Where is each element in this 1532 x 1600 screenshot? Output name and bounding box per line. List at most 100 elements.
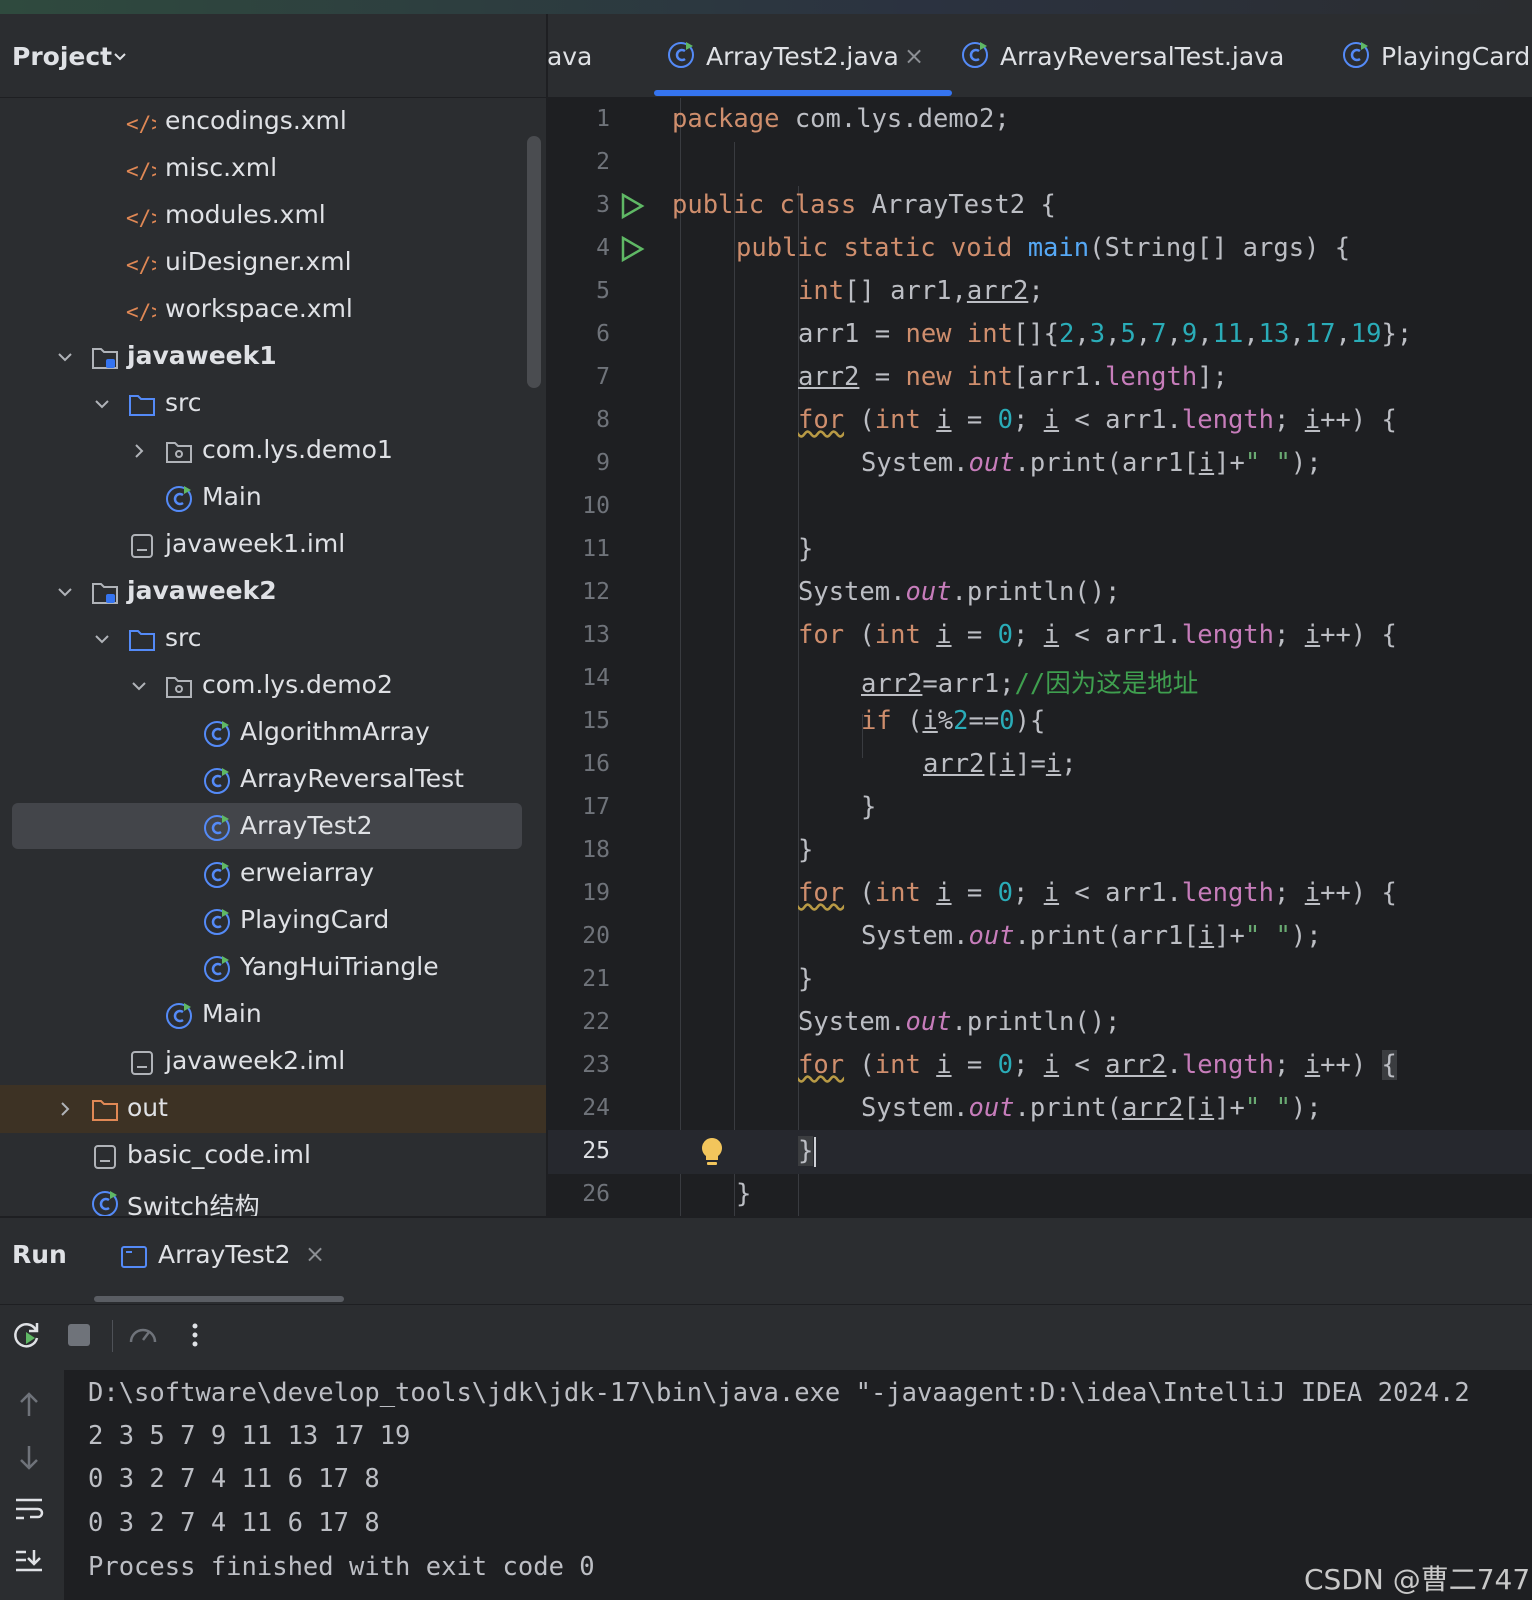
tree-item[interactable]: com.lys.demo2: [0, 662, 546, 710]
code-line[interactable]: 21 }: [548, 958, 1532, 1002]
code-line[interactable]: 11 }: [548, 528, 1532, 572]
project-panel-title[interactable]: Project: [12, 42, 112, 71]
code-line[interactable]: 3 public class ArrayTest2 {: [548, 184, 1532, 228]
code-line-current[interactable]: 25 }: [548, 1130, 1532, 1174]
code-line[interactable]: 23 for (int i = 0; i < arr2.length; i++)…: [548, 1044, 1532, 1088]
java-class-icon: [204, 768, 230, 794]
code-line[interactable]: 14 arr2=arr1;//因为这是地址: [548, 657, 1532, 701]
code-line[interactable]: 16 arr2[i]=i;: [548, 743, 1532, 787]
code-line[interactable]: 10: [548, 485, 1532, 529]
code-line[interactable]: 2: [548, 141, 1532, 185]
line-number: 17: [582, 794, 610, 820]
code-text: System.out.print(arr1[i]+" ");: [861, 921, 1322, 951]
tree-item[interactable]: YangHuiTriangle: [0, 944, 546, 992]
tree-item[interactable]: src: [0, 380, 546, 428]
tree-item[interactable]: basic_code.iml: [0, 1132, 546, 1180]
tree-item-label: workspace.xml: [165, 294, 353, 323]
code-line[interactable]: 6 arr1 = new int[]{2,3,5,7,9,11,13,17,19…: [548, 313, 1532, 357]
line-number: 14: [582, 665, 610, 691]
tree-item[interactable]: PlayingCard: [0, 897, 546, 945]
code-line[interactable]: 24 System.out.print(arr2[i]+" ");: [548, 1087, 1532, 1131]
project-panel-header[interactable]: Project: [0, 14, 546, 98]
toolbar-separator: [112, 1320, 113, 1352]
code-area[interactable]: 1 package com.lys.demo2; 2 3 public clas…: [548, 98, 1532, 1216]
tree-item-label: uiDesigner.xml: [165, 247, 352, 276]
code-text: System.out.print(arr1[i]+" ");: [861, 448, 1322, 478]
code-text: int[] arr1,arr2;: [798, 276, 1044, 306]
arrow-down-icon[interactable]: [12, 1440, 46, 1474]
rerun-icon[interactable]: [10, 1318, 44, 1352]
java-class-icon: [668, 42, 694, 68]
code-line[interactable]: 26 }: [548, 1173, 1532, 1216]
scroll-to-end-icon[interactable]: [12, 1544, 46, 1578]
run-gutter-icon[interactable]: [618, 235, 646, 263]
editor-tab[interactable]: PlayingCard.java: [1341, 14, 1532, 97]
code-line[interactable]: 15 if (i%2==0){: [548, 700, 1532, 744]
editor-tab[interactable]: ArrayReversalTest.java: [960, 14, 1300, 97]
chevron-down-icon[interactable]: [92, 394, 112, 414]
arrow-up-icon[interactable]: [12, 1388, 46, 1422]
code-text: arr2[i]=i;: [923, 749, 1077, 779]
run-tab-label[interactable]: ArrayTest2: [158, 1240, 290, 1269]
more-options-icon[interactable]: [178, 1318, 212, 1352]
chevron-down-icon[interactable]: [92, 629, 112, 649]
java-class-icon: [166, 486, 192, 512]
soft-wrap-icon[interactable]: [12, 1492, 46, 1526]
code-line[interactable]: 8 for (int i = 0; i < arr1.length; i++) …: [548, 399, 1532, 443]
tree-item[interactable]: javaweek1.iml: [0, 521, 546, 569]
tree-item[interactable]: Main: [0, 474, 546, 522]
code-line[interactable]: 20 System.out.print(arr1[i]+" ");: [548, 915, 1532, 959]
project-scrollbar[interactable]: [527, 136, 541, 388]
tree-item[interactable]: javaweek2.iml: [0, 1038, 546, 1086]
code-line[interactable]: 7 arr2 = new int[arr1.length];: [548, 356, 1532, 400]
chevron-down-icon[interactable]: [112, 48, 128, 64]
editor-tab[interactable]: java: [548, 14, 648, 97]
code-line[interactable]: 22 System.out.println();: [548, 1001, 1532, 1045]
code-line[interactable]: 5 int[] arr1,arr2;: [548, 270, 1532, 314]
tree-item[interactable]: ArrayReversalTest: [0, 756, 546, 804]
line-number: 19: [582, 880, 610, 906]
tree-item[interactable]: Main: [0, 991, 546, 1039]
code-line[interactable]: 19 for (int i = 0; i < arr1.length; i++)…: [548, 872, 1532, 916]
code-line[interactable]: 13 for (int i = 0; i < arr1.length; i++)…: [548, 614, 1532, 658]
chevron-down-icon[interactable]: [129, 676, 149, 696]
lightbulb-icon[interactable]: [698, 1136, 726, 1168]
tree-item-javaweek1[interactable]: javaweek1: [0, 333, 546, 381]
editor-tab-active[interactable]: ArrayTest2.java ×: [666, 14, 956, 97]
tree-item[interactable]: </> uiDesigner.xml: [0, 239, 546, 287]
profiler-icon[interactable]: [126, 1318, 160, 1352]
code-line[interactable]: 17 }: [548, 786, 1532, 830]
tree-item-selected[interactable]: ArrayTest2: [0, 803, 546, 851]
code-text: for (int i = 0; i < arr1.length; i++) {: [798, 878, 1397, 908]
source-folder-icon: [129, 395, 155, 416]
tree-item-out[interactable]: out: [0, 1085, 546, 1133]
tree-item-label: PlayingCard: [240, 905, 390, 934]
tree-item[interactable]: </> misc.xml: [0, 145, 546, 193]
tree-item-label: basic_code.iml: [127, 1140, 311, 1169]
code-line[interactable]: 4 public static void main(String[] args)…: [548, 227, 1532, 271]
chevron-down-icon[interactable]: [55, 347, 75, 367]
tree-item[interactable]: </> encodings.xml: [0, 98, 546, 146]
code-line[interactable]: 12 System.out.println();: [548, 571, 1532, 615]
tree-item[interactable]: src: [0, 615, 546, 663]
close-icon[interactable]: ×: [904, 42, 924, 70]
code-line[interactable]: 18 }: [548, 829, 1532, 873]
tree-item[interactable]: </> modules.xml: [0, 192, 546, 240]
tree-item-javaweek2[interactable]: javaweek2: [0, 568, 546, 616]
watermark-text: CSDN @曹二747: [1304, 1563, 1531, 1596]
code-line[interactable]: 1 package com.lys.demo2;: [548, 98, 1532, 142]
tree-item[interactable]: AlgorithmArray: [0, 709, 546, 757]
tree-item[interactable]: erweiarray: [0, 850, 546, 898]
chevron-right-icon[interactable]: [129, 441, 149, 461]
stop-icon[interactable]: [62, 1318, 96, 1352]
chevron-down-icon[interactable]: [55, 582, 75, 602]
tree-item[interactable]: com.lys.demo1: [0, 427, 546, 475]
run-gutter-icon[interactable]: [618, 192, 646, 220]
tree-item[interactable]: Switch结构: [0, 1179, 546, 1216]
line-number: 6: [596, 321, 610, 347]
close-icon[interactable]: ×: [305, 1240, 325, 1268]
console-line: 2 3 5 7 9 11 13 17 19: [88, 1421, 411, 1451]
chevron-right-icon[interactable]: [55, 1099, 75, 1119]
tree-item[interactable]: </> workspace.xml: [0, 286, 546, 334]
code-line[interactable]: 9 System.out.print(arr1[i]+" ");: [548, 442, 1532, 486]
